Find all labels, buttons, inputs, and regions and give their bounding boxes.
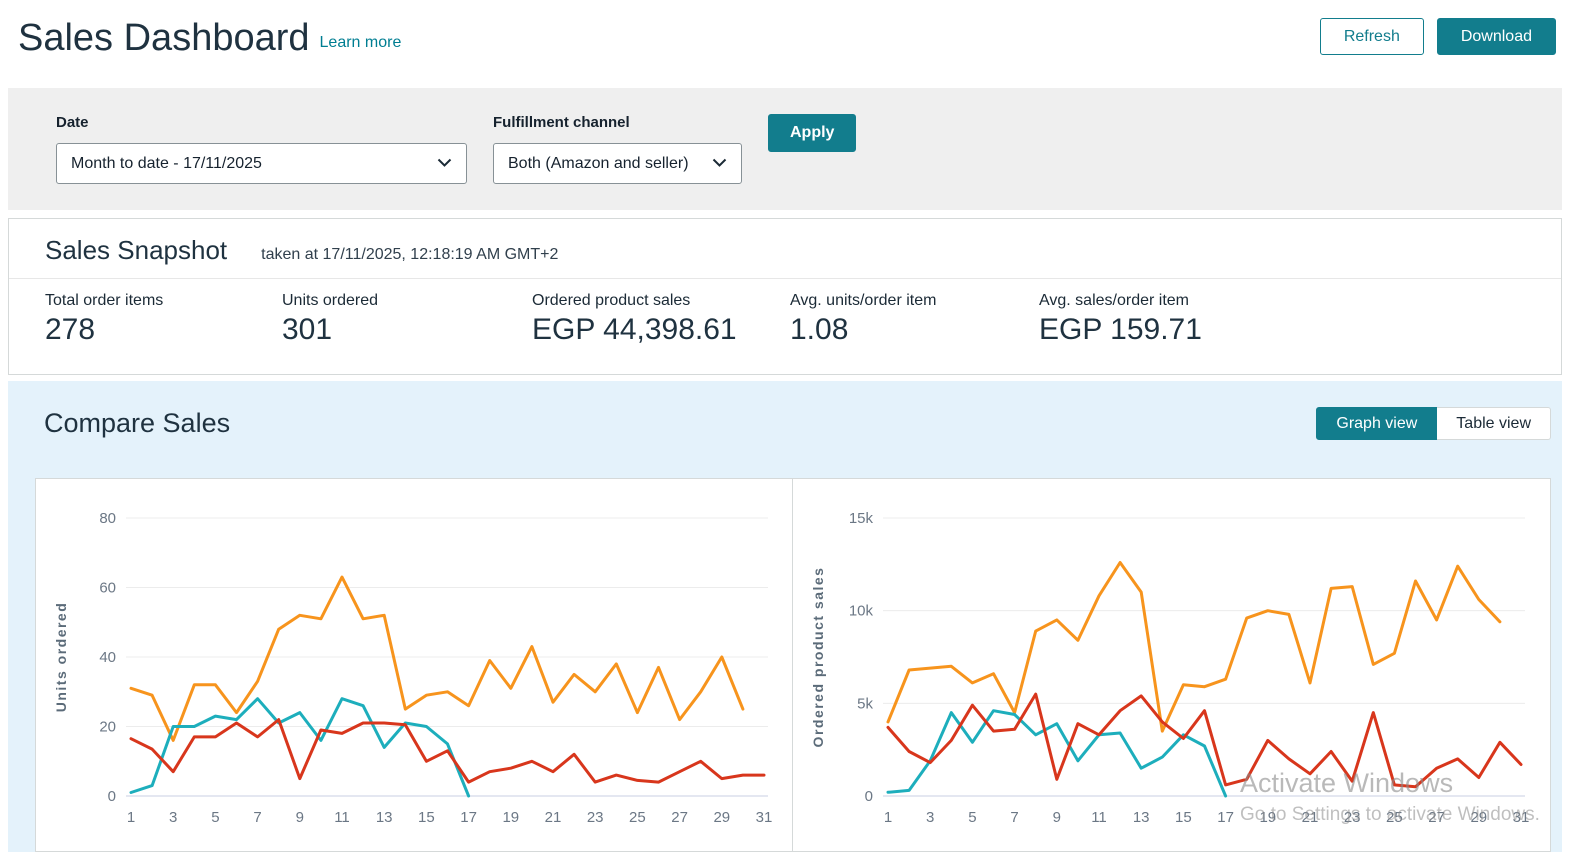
svg-text:31: 31 bbox=[1513, 809, 1530, 826]
fulfillment-channel-label: Fulfillment channel bbox=[493, 114, 630, 131]
svg-text:17: 17 bbox=[460, 809, 477, 826]
svg-text:80: 80 bbox=[99, 510, 116, 527]
filter-bar: Date Month to date - 17/11/2025 Fulfillm… bbox=[8, 88, 1562, 210]
svg-text:Ordered product sales: Ordered product sales bbox=[810, 567, 826, 748]
metric-value: EGP 44,398.61 bbox=[532, 313, 737, 346]
svg-text:17: 17 bbox=[1217, 809, 1234, 826]
svg-text:21: 21 bbox=[545, 809, 562, 826]
svg-text:11: 11 bbox=[1091, 809, 1107, 826]
svg-text:10k: 10k bbox=[849, 603, 874, 620]
svg-text:15k: 15k bbox=[849, 510, 874, 527]
svg-text:13: 13 bbox=[376, 809, 393, 826]
date-select-value: Month to date - 17/11/2025 bbox=[71, 154, 262, 172]
metric-ordered-product-sales: Ordered product sales EGP 44,398.61 bbox=[532, 292, 790, 347]
svg-text:15: 15 bbox=[1175, 809, 1192, 826]
svg-text:20: 20 bbox=[99, 719, 116, 736]
chevron-down-icon bbox=[437, 155, 452, 173]
svg-text:27: 27 bbox=[671, 809, 688, 826]
fulfillment-channel-select[interactable]: Both (Amazon and seller) bbox=[493, 143, 742, 184]
svg-text:7: 7 bbox=[1010, 809, 1018, 826]
sales-snapshot-header: Sales Snapshot taken at 17/11/2025, 12:1… bbox=[9, 219, 1561, 279]
svg-text:5k: 5k bbox=[857, 695, 873, 712]
fulfillment-channel-value: Both (Amazon and seller) bbox=[508, 154, 689, 172]
page-title: Sales Dashboard bbox=[18, 17, 310, 59]
svg-text:40: 40 bbox=[99, 649, 116, 666]
svg-text:25: 25 bbox=[629, 809, 646, 826]
svg-text:27: 27 bbox=[1428, 809, 1445, 826]
svg-text:9: 9 bbox=[296, 809, 304, 826]
metric-value: 1.08 bbox=[790, 313, 849, 346]
compare-sales-header: Compare Sales Graph view Table view bbox=[8, 381, 1562, 440]
apply-button[interactable]: Apply bbox=[768, 114, 857, 152]
metric-label: Avg. units/order item bbox=[790, 292, 937, 309]
header-buttons: Refresh Download bbox=[1319, 18, 1556, 55]
sales-snapshot-title: Sales Snapshot bbox=[45, 235, 228, 265]
metric-avg-sales-per-order-item: Avg. sales/order item EGP 159.71 bbox=[1039, 292, 1202, 347]
svg-text:3: 3 bbox=[169, 809, 177, 826]
svg-text:23: 23 bbox=[1344, 809, 1361, 826]
svg-text:0: 0 bbox=[108, 788, 116, 805]
snapshot-metrics-row: Total order items 278 Units ordered 301 … bbox=[9, 279, 1561, 347]
svg-text:5: 5 bbox=[211, 809, 219, 826]
svg-text:0: 0 bbox=[865, 788, 873, 805]
compare-sales-title: Compare Sales bbox=[44, 408, 231, 438]
svg-text:Units ordered: Units ordered bbox=[53, 602, 69, 713]
units-ordered-chart: 0 20 40 60 80 1 3 5 7 9 11 13 15 17 19 21 23 25 27 29 31 Unit… bbox=[36, 479, 793, 851]
svg-text:3: 3 bbox=[926, 809, 934, 826]
metric-value: 301 bbox=[282, 313, 333, 346]
graph-view-button[interactable]: Graph view bbox=[1316, 407, 1438, 440]
date-filter-group: Date Month to date - 17/11/2025 bbox=[56, 114, 467, 184]
metric-units-ordered: Units ordered 301 bbox=[282, 292, 532, 347]
channel-filter-group: Fulfillment channel Both (Amazon and sel… bbox=[493, 114, 742, 184]
charts-panel: 0 20 40 60 80 1 3 5 7 9 11 13 15 17 19 21 23 25 27 29 31 Unit… bbox=[35, 478, 1551, 852]
metric-avg-units-per-order-item: Avg. units/order item 1.08 bbox=[790, 292, 1039, 347]
svg-text:29: 29 bbox=[713, 809, 730, 826]
units-ordered-chart-canvas: 0204060801 3 5 7 9 11 13 15 17 19 21 23 25 27 29 31Unit… bbox=[53, 510, 773, 826]
svg-text:19: 19 bbox=[502, 809, 519, 826]
svg-text:7: 7 bbox=[253, 809, 261, 826]
view-toggle: Graph view Table view bbox=[1316, 407, 1551, 440]
download-button[interactable]: Download bbox=[1436, 18, 1556, 55]
refresh-button[interactable]: Refresh bbox=[1319, 18, 1424, 55]
chevron-down-icon bbox=[712, 155, 727, 173]
svg-text:13: 13 bbox=[1133, 809, 1150, 826]
learn-more-link[interactable]: Learn more bbox=[320, 34, 402, 52]
svg-text:23: 23 bbox=[587, 809, 604, 826]
table-view-button[interactable]: Table view bbox=[1437, 407, 1551, 440]
svg-text:21: 21 bbox=[1302, 809, 1319, 826]
svg-text:1: 1 bbox=[127, 809, 135, 826]
svg-text:19: 19 bbox=[1259, 809, 1276, 826]
svg-text:31: 31 bbox=[756, 809, 773, 826]
svg-text:9: 9 bbox=[1053, 809, 1061, 826]
metric-value: 278 bbox=[45, 313, 96, 346]
svg-text:60: 60 bbox=[99, 580, 116, 597]
metric-label: Total order items bbox=[45, 292, 164, 309]
apply-wrap: Apply bbox=[768, 114, 857, 198]
metric-label: Units ordered bbox=[282, 292, 379, 309]
sales-snapshot-card: Sales Snapshot taken at 17/11/2025, 12:1… bbox=[8, 218, 1562, 375]
svg-text:5: 5 bbox=[968, 809, 976, 826]
compare-sales-section: Compare Sales Graph view Table view 0 20 4… bbox=[8, 381, 1562, 852]
svg-text:29: 29 bbox=[1470, 809, 1487, 826]
page-header: Sales Dashboard Learn more Refresh Downl… bbox=[0, 0, 1570, 88]
sales-dashboard-page: Sales Dashboard Learn more Refresh Downl… bbox=[0, 0, 1570, 852]
metric-label: Avg. sales/order item bbox=[1039, 292, 1189, 309]
date-select[interactable]: Month to date - 17/11/2025 bbox=[56, 143, 467, 184]
metric-total-order-items: Total order items 278 bbox=[45, 292, 282, 347]
svg-text:11: 11 bbox=[334, 809, 350, 826]
date-label: Date bbox=[56, 114, 89, 131]
metric-value: EGP 159.71 bbox=[1039, 313, 1202, 346]
svg-text:25: 25 bbox=[1386, 809, 1403, 826]
snapshot-timestamp: taken at 17/11/2025, 12:18:19 AM GMT+2 bbox=[261, 246, 559, 263]
metric-label: Ordered product sales bbox=[532, 292, 691, 309]
svg-text:1: 1 bbox=[884, 809, 892, 826]
svg-text:15: 15 bbox=[418, 809, 435, 826]
ordered-product-sales-chart: 0 5k 10k 15k 1 3 5 7 9 11 13 15 17 19 21 23 25 27 29 31 Orde… bbox=[793, 479, 1550, 851]
ordered-product-sales-chart-canvas: 05k10k15k1 3 5 7 9 11 13 15 17 19 21 23 25 27 29 31Orde… bbox=[810, 510, 1530, 826]
